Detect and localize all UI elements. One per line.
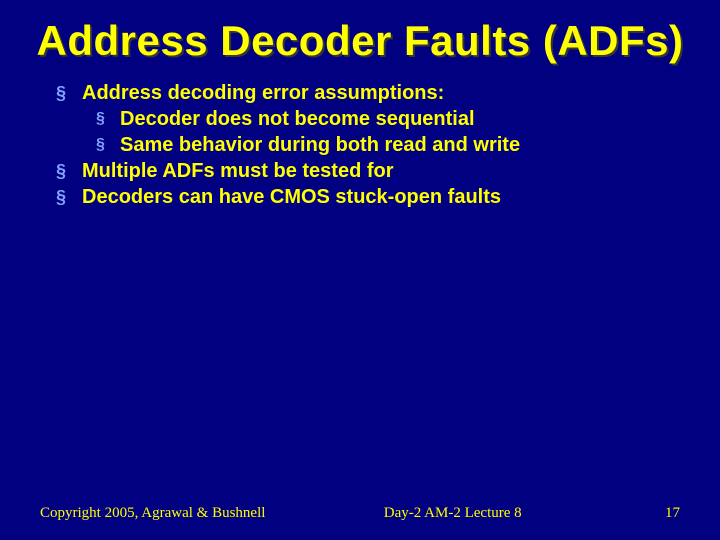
bullet-text: Multiple ADFs must be tested for — [82, 159, 394, 183]
bullet-icon: § — [96, 107, 110, 131]
slide-footer: Copyright 2005, Agrawal & Bushnell Day-2… — [0, 505, 720, 522]
bullet-text: Decoders can have CMOS stuck-open faults — [82, 185, 501, 209]
footer-lecture: Day-2 AM-2 Lecture 8 — [265, 505, 640, 522]
bullet-icon: § — [56, 185, 70, 209]
bullet-item: § Multiple ADFs must be tested for — [56, 159, 688, 183]
bullet-item: § Decoders can have CMOS stuck-open faul… — [56, 185, 688, 209]
sub-bullet-text: Decoder does not become sequential — [120, 107, 475, 131]
sub-bullet-item: § Same behavior during both read and wri… — [96, 133, 688, 157]
sub-bullet-text: Same behavior during both read and write — [120, 133, 520, 157]
bullet-item: § Address decoding error assumptions: — [56, 81, 688, 105]
bullet-text: Address decoding error assumptions: — [82, 81, 444, 105]
sub-list: § Decoder does not become sequential § S… — [56, 107, 688, 157]
slide-title: Address Decoder Faults (ADFs) — [32, 18, 688, 63]
slide: Address Decoder Faults (ADFs) § Address … — [0, 0, 720, 540]
footer-copyright: Copyright 2005, Agrawal & Bushnell — [40, 505, 265, 522]
footer-page-number: 17 — [640, 505, 680, 522]
bullet-icon: § — [96, 133, 110, 157]
bullet-icon: § — [56, 159, 70, 183]
bullet-icon: § — [56, 81, 70, 105]
sub-bullet-item: § Decoder does not become sequential — [96, 107, 688, 131]
slide-content: § Address decoding error assumptions: § … — [32, 81, 688, 209]
